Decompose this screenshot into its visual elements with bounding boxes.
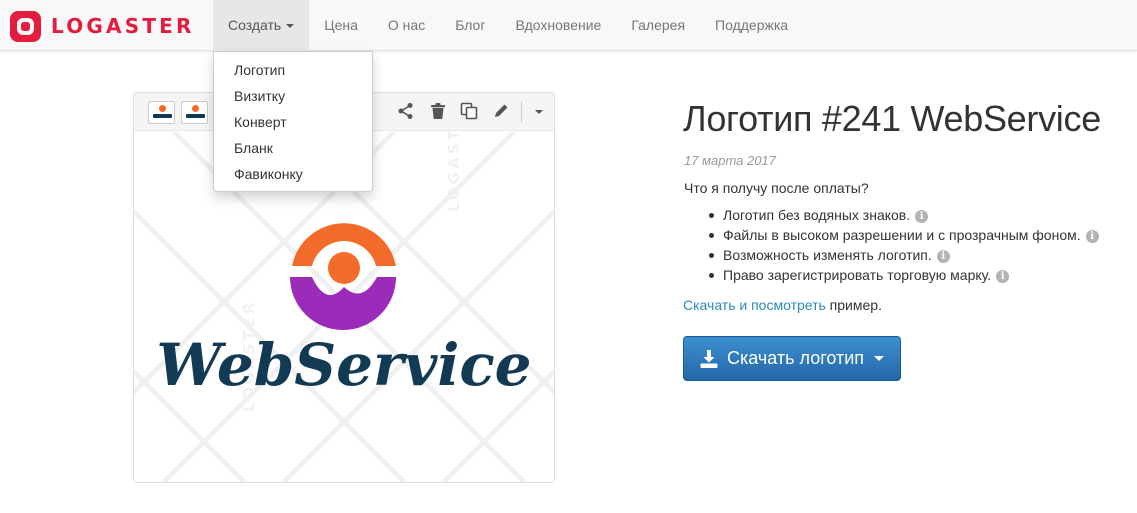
create-dropdown-menu: Логотип Визитку Конверт Бланк Фавиконку bbox=[213, 51, 373, 192]
chevron-down-icon[interactable] bbox=[535, 110, 543, 114]
info-icon[interactable]: i bbox=[1085, 230, 1099, 243]
list-item: Логотип без водяных знаков. i bbox=[709, 205, 1099, 225]
logaster-logo[interactable]: LOGASTER bbox=[10, 10, 195, 42]
nav-item-blog[interactable]: Блог bbox=[440, 0, 500, 51]
main-nav: Создать Цена О нас Блог Вдохновение Гале… bbox=[213, 0, 803, 51]
copy-icon[interactable] bbox=[460, 102, 478, 120]
download-logo-button[interactable]: Скачать логотип bbox=[683, 336, 901, 381]
logo-variant-thumbnail[interactable] bbox=[181, 101, 208, 124]
nav-item-inspiration[interactable]: Вдохновение bbox=[500, 0, 616, 51]
download-sample-link[interactable]: Скачать и посмотреть bbox=[683, 297, 826, 313]
logo-variant-thumbnail[interactable] bbox=[148, 101, 175, 124]
share-icon[interactable] bbox=[397, 102, 415, 120]
nav-item-about[interactable]: О нас bbox=[373, 0, 440, 51]
brand-name: LOGASTER bbox=[51, 14, 195, 38]
info-icon[interactable]: i bbox=[915, 210, 929, 223]
logaster-mark-icon bbox=[10, 10, 41, 42]
download-icon bbox=[700, 349, 718, 368]
benefits-question: Что я получу после оплаты? bbox=[684, 180, 869, 196]
toolbar-divider bbox=[521, 101, 522, 123]
menu-item-envelope[interactable]: Конверт bbox=[214, 109, 372, 135]
info-icon[interactable]: i bbox=[996, 270, 1010, 283]
logo-purple-arc bbox=[290, 277, 396, 330]
caret-down-icon bbox=[286, 24, 295, 29]
nav-item-gallery[interactable]: Галерея bbox=[616, 0, 700, 51]
menu-item-favicon[interactable]: Фавиконку bbox=[214, 161, 372, 187]
info-icon[interactable]: i bbox=[936, 250, 950, 263]
logo-orange-dot bbox=[328, 252, 360, 284]
navbar: LOGASTER Создать Цена О нас Блог Вдохнов… bbox=[0, 0, 1137, 51]
pencil-icon[interactable] bbox=[492, 102, 510, 120]
page-title: Логотип #241 WebService bbox=[683, 98, 1101, 139]
nav-item-create[interactable]: Создать bbox=[213, 0, 310, 51]
list-item: Возможность изменять логотип. i bbox=[709, 245, 1099, 265]
menu-item-logo[interactable]: Логотип bbox=[214, 57, 372, 83]
benefits-list: Логотип без водяных знаков. i Файлы в выс… bbox=[709, 205, 1099, 285]
benefit-text: Право зарегистрировать торговую марку. bbox=[723, 267, 992, 283]
nav-item-label: Создать bbox=[228, 17, 282, 33]
list-item: Право зарегистрировать торговую марку. i bbox=[709, 265, 1099, 285]
list-item: Файлы в высоком разрешении и с прозрачны… bbox=[709, 225, 1099, 245]
logo-wordmark: WebService bbox=[156, 331, 531, 399]
nav-item-support[interactable]: Поддержка bbox=[700, 0, 803, 51]
benefit-text: Возможность изменять логотип. bbox=[723, 247, 932, 263]
menu-item-letterhead[interactable]: Бланк bbox=[214, 135, 372, 161]
sample-suffix: пример. bbox=[825, 297, 882, 313]
trash-icon[interactable] bbox=[429, 102, 447, 120]
menu-item-business-card[interactable]: Визитку bbox=[214, 83, 372, 109]
nav-item-price[interactable]: Цена bbox=[309, 0, 373, 51]
caret-down-icon bbox=[874, 356, 885, 361]
sample-line: Скачать и посмотреть пример. bbox=[683, 297, 882, 313]
publish-date: 17 марта 2017 bbox=[684, 153, 776, 168]
benefit-text: Логотип без водяных знаков. bbox=[723, 207, 911, 223]
benefit-text: Файлы в высоком разрешении и с прозрачны… bbox=[723, 227, 1081, 243]
download-button-label: Скачать логотип bbox=[727, 348, 865, 368]
